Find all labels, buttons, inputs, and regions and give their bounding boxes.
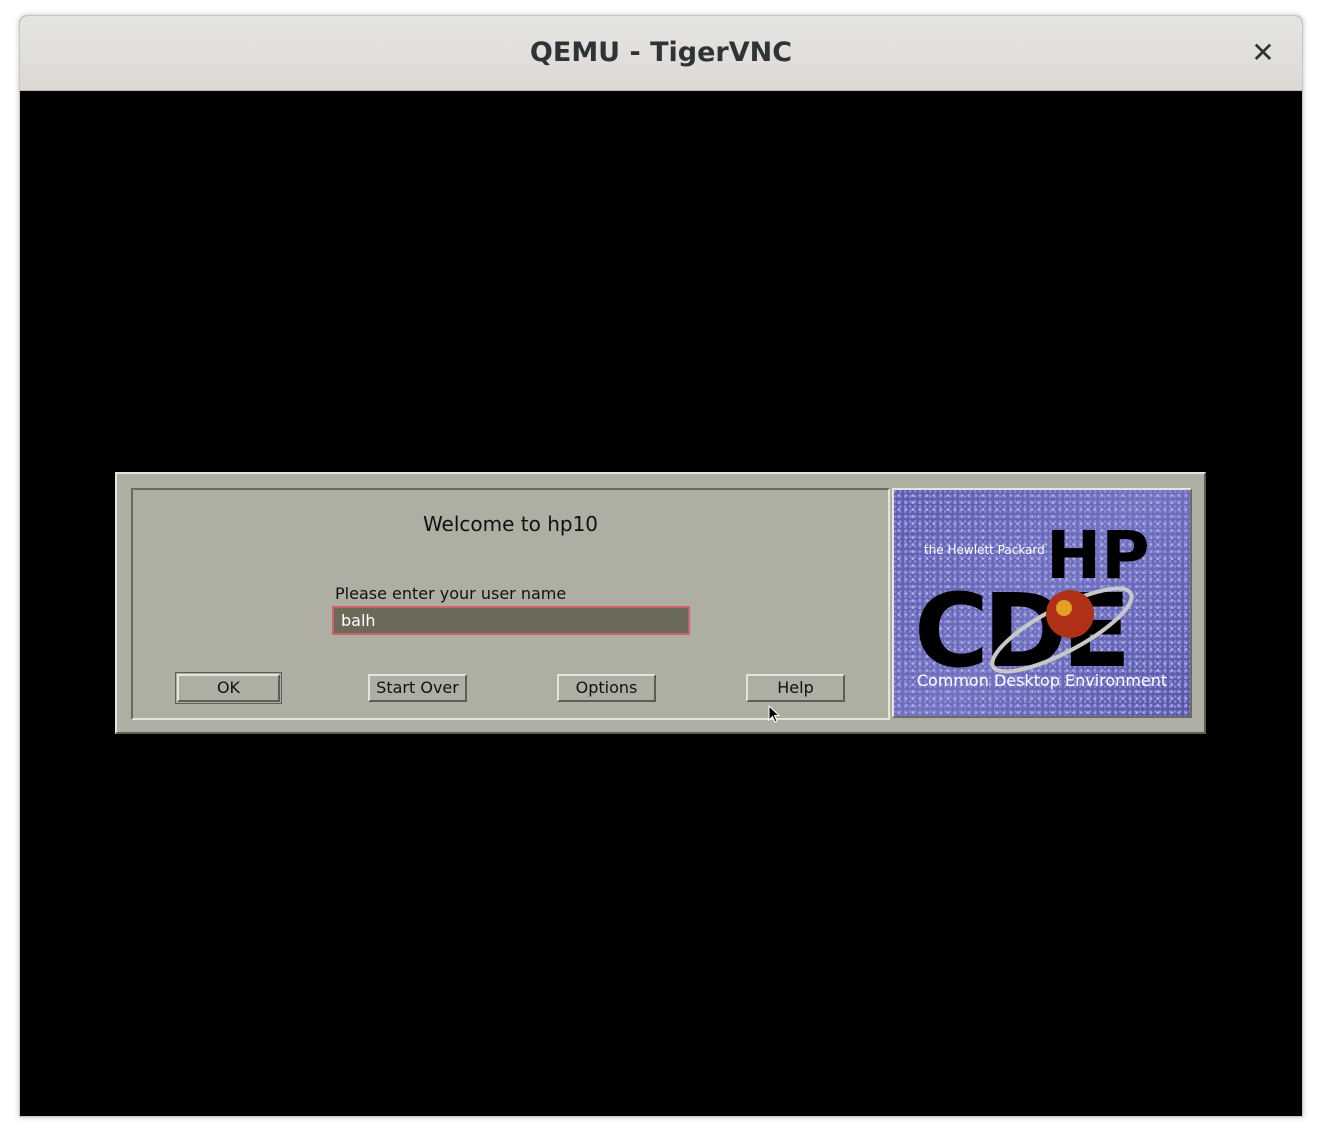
close-icon[interactable]: ✕ [1246,36,1280,70]
options-button[interactable]: Options [557,674,656,702]
username-input[interactable] [332,606,690,635]
start-over-button[interactable]: Start Over [368,674,467,702]
login-panel: Welcome to hp10 Please enter your user n… [131,488,890,720]
ok-button[interactable]: OK [175,672,282,704]
remote-display[interactable]: Welcome to hp10 Please enter your user n… [20,91,1302,1116]
cde-logo-graphic: HP CDE the Hewlett Packard Common Deskto… [914,517,1167,691]
planet-icon [1046,590,1094,638]
cde-login-dialog: Welcome to hp10 Please enter your user n… [115,472,1206,734]
help-button[interactable]: Help [746,674,845,702]
mouse-pointer-icon [768,705,781,723]
welcome-heading: Welcome to hp10 [422,512,599,536]
title-bar[interactable]: QEMU - TigerVNC ✕ [20,16,1302,91]
window-title: QEMU - TigerVNC [529,37,793,68]
username-prompt: Please enter your user name [335,584,567,603]
logo-subtitle: Common Desktop Environment [917,671,1167,690]
vnc-window: QEMU - TigerVNC ✕ Welcome to hp10 Please… [19,15,1303,1117]
hp-cde-logo: HP CDE the Hewlett Packard Common Deskto… [892,488,1192,718]
logo-tagline: the Hewlett Packard [924,543,1045,557]
